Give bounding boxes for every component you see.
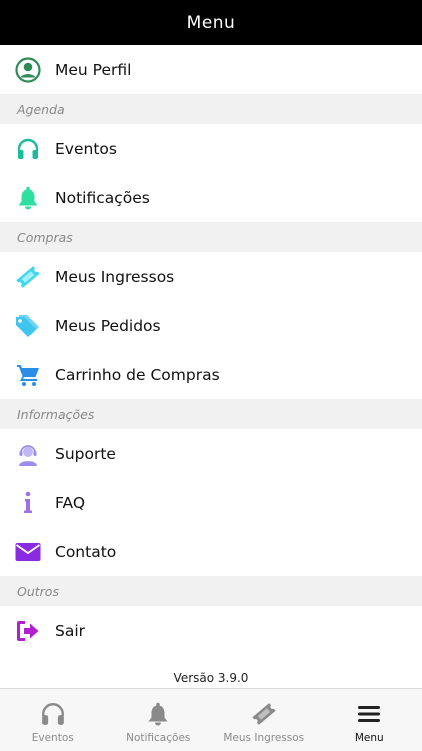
menu-item-label: FAQ xyxy=(55,494,85,512)
menu-item-label: Carrinho de Compras xyxy=(55,366,220,384)
menu-item-meus-pedidos[interactable]: Meus Pedidos xyxy=(0,301,422,350)
sign-out-icon xyxy=(14,617,42,645)
menu-item-faq[interactable]: FAQ xyxy=(0,478,422,527)
tab-label: Menu xyxy=(355,732,384,744)
ticket-icon xyxy=(14,263,42,291)
tab-menu[interactable]: Menu xyxy=(317,689,422,751)
menu-item-label: Eventos xyxy=(55,140,117,158)
menu-item-label: Contato xyxy=(55,543,116,561)
tab-meus-ingressos[interactable]: Meus Ingressos xyxy=(211,689,317,751)
page-title: Menu xyxy=(187,13,236,33)
menu-item-sair[interactable]: Sair xyxy=(0,606,422,655)
tab-eventos[interactable]: Eventos xyxy=(0,689,106,751)
tags-icon xyxy=(14,312,42,340)
tab-label: Notificações xyxy=(126,732,190,744)
tab-label: Eventos xyxy=(32,732,74,744)
menu-item-carrinho-de-compras[interactable]: Carrinho de Compras xyxy=(0,350,422,399)
tab-notificacoes[interactable]: Notificações xyxy=(106,689,212,751)
headphones-icon xyxy=(14,135,42,163)
tab-label: Meus Ingressos xyxy=(223,732,304,744)
headphones-icon xyxy=(40,699,66,729)
section-header-compras: Compras xyxy=(0,222,422,252)
support-agent-icon xyxy=(14,440,42,468)
menu-item-notificacoes[interactable]: Notificações xyxy=(0,173,422,222)
info-icon xyxy=(14,489,42,517)
bell-icon xyxy=(14,184,42,212)
menu-item-label: Meus Ingressos xyxy=(55,268,174,286)
bell-icon xyxy=(145,699,171,729)
section-title: Informações xyxy=(17,407,94,422)
ticket-icon xyxy=(250,699,278,729)
envelope-icon xyxy=(14,538,42,566)
menu-list: Meu Perfil Agenda Eventos Notificações C… xyxy=(0,45,422,655)
section-title: Agenda xyxy=(17,102,65,117)
menu-item-suporte[interactable]: Suporte xyxy=(0,429,422,478)
section-header-informacoes: Informações xyxy=(0,399,422,429)
user-circle-icon xyxy=(14,56,42,84)
menu-item-label: Meus Pedidos xyxy=(55,317,161,335)
hamburger-icon xyxy=(356,699,382,729)
menu-item-eventos[interactable]: Eventos xyxy=(0,124,422,173)
section-title: Outros xyxy=(17,584,59,599)
menu-item-label: Suporte xyxy=(55,445,116,463)
section-header-outros: Outros xyxy=(0,576,422,606)
cart-icon xyxy=(14,361,42,389)
menu-item-label: Notificações xyxy=(55,189,150,207)
menu-item-label: Meu Perfil xyxy=(55,61,131,79)
top-bar: Menu xyxy=(0,0,422,45)
menu-item-meu-perfil[interactable]: Meu Perfil xyxy=(0,45,422,94)
section-title: Compras xyxy=(17,230,73,245)
section-header-agenda: Agenda xyxy=(0,94,422,124)
menu-item-meus-ingressos[interactable]: Meus Ingressos xyxy=(0,252,422,301)
bottom-tab-bar: Eventos Notificações Meus Ingressos xyxy=(0,688,422,751)
menu-item-label: Sair xyxy=(55,622,85,640)
menu-item-contato[interactable]: Contato xyxy=(0,527,422,576)
app-version: Versão 3.9.0 xyxy=(0,671,422,685)
